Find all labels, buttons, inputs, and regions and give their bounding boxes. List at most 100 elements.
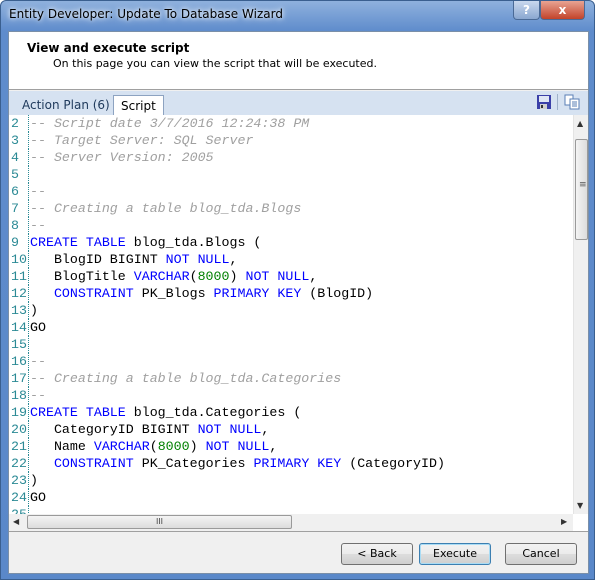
- line-number: 17: [9, 370, 29, 387]
- script-editor[interactable]: 2 -- Script date 3/7/2016 12:24:38 PM 3 -- …: [9, 115, 588, 532]
- sql-keyword: CONSTRAINT: [53, 286, 134, 301]
- scroll-up-arrow[interactable]: ▲: [577, 119, 583, 128]
- sql-text: blog_tda.Categories (: [125, 405, 302, 420]
- code-line: 3 -- Target Server: SQL Server: [9, 132, 573, 149]
- sql-comment: -- Server Version: 2005: [30, 150, 214, 165]
- line-number: 14: [9, 319, 29, 336]
- line-number: 3: [9, 132, 29, 149]
- sql-text: GO: [30, 320, 46, 335]
- sql-number: 8000: [157, 439, 190, 454]
- sql-text: (BlogID): [301, 286, 374, 301]
- wizard-client: View and execute script On this page you…: [8, 31, 589, 574]
- sql-keyword: NOT NULL: [165, 252, 230, 267]
- sql-text: ): [189, 439, 206, 454]
- sql-text: ,: [269, 439, 278, 454]
- line-number: 2: [9, 115, 29, 132]
- code-line: 9 CREATE TABLE blog_tda.Blogs (: [9, 234, 573, 251]
- code-line: 21 Name VARCHAR(8000) NOT NULL,: [9, 438, 573, 455]
- save-icon[interactable]: [536, 94, 552, 110]
- sql-keyword: PRIMARY KEY: [253, 456, 342, 471]
- sql-comment: --: [30, 218, 46, 233]
- page-subtitle: On this page you can view the script tha…: [53, 57, 377, 70]
- code-line: 25: [9, 506, 573, 514]
- scroll-right-arrow[interactable]: ▶: [561, 517, 567, 526]
- line-number: 9: [9, 234, 29, 251]
- line-number: 25: [9, 506, 29, 514]
- code-line: 17 -- Creating a table blog_tda.Categorie…: [9, 370, 573, 387]
- horizontal-scrollbar[interactable]: ◀ III ▶: [9, 514, 573, 531]
- wizard-header: View and execute script On this page you…: [9, 32, 588, 90]
- sql-keyword: NOT NULL: [245, 269, 310, 284]
- code-line: 6 --: [9, 183, 573, 200]
- sql-text: ): [30, 473, 38, 488]
- vertical-grip: ≡: [579, 180, 587, 190]
- cancel-button[interactable]: Cancel: [505, 543, 577, 565]
- line-number: 5: [9, 166, 29, 183]
- sql-text: GO: [30, 490, 46, 505]
- execute-button[interactable]: Execute: [419, 543, 491, 565]
- code-line: 16 --: [9, 353, 573, 370]
- code-line: 7 -- Creating a table blog_tda.Blogs: [9, 200, 573, 217]
- horizontal-scroll-thumb[interactable]: III: [27, 515, 292, 529]
- line-number: 7: [9, 200, 29, 217]
- sql-text: PK_Categories: [133, 456, 254, 471]
- toolbar-separator: [557, 94, 558, 110]
- code-line: 24 GO: [9, 489, 573, 506]
- help-button[interactable]: ?: [513, 1, 540, 20]
- vertical-scroll-thumb[interactable]: ≡: [575, 139, 588, 240]
- copy-icon[interactable]: [564, 94, 580, 110]
- script-code[interactable]: 2 -- Script date 3/7/2016 12:24:38 PM 3 -- …: [9, 115, 573, 514]
- line-number: 23: [9, 472, 29, 489]
- code-line: 4 -- Server Version: 2005: [9, 149, 573, 166]
- sql-text: (: [149, 439, 158, 454]
- wizard-window: Entity Developer: Update To Database Wiz…: [0, 0, 595, 580]
- line-number: 21: [9, 438, 29, 455]
- scroll-down-arrow[interactable]: ▼: [577, 501, 583, 510]
- sql-keyword: NOT NULL: [205, 439, 270, 454]
- sql-number: 8000: [197, 269, 230, 284]
- sql-text: ,: [229, 252, 238, 267]
- line-number: 11: [9, 268, 29, 285]
- code-line: 5: [9, 166, 573, 183]
- line-number: 24: [9, 489, 29, 506]
- line-number: 19: [9, 404, 29, 421]
- tab-script[interactable]: Script: [113, 95, 164, 116]
- line-number: 8: [9, 217, 29, 234]
- tab-action-plan[interactable]: Action Plan (6): [15, 95, 117, 115]
- code-line: 20 CategoryID BIGINT NOT NULL,: [9, 421, 573, 438]
- close-button[interactable]: x: [540, 1, 585, 20]
- line-number: 10: [9, 251, 29, 268]
- code-line: 13): [9, 302, 573, 319]
- sql-text: PK_Blogs: [133, 286, 214, 301]
- line-number: 20: [9, 421, 29, 438]
- sql-comment: -- Target Server: SQL Server: [30, 133, 254, 148]
- scroll-left-arrow[interactable]: ◀: [13, 517, 19, 526]
- sql-comment: --: [30, 354, 46, 369]
- sql-comment: -- Creating a table blog_tda.Categories: [30, 371, 342, 386]
- line-number: 6: [9, 183, 29, 200]
- code-line: 22 CONSTRAINT PK_Categories PRIMARY KEY …: [9, 455, 573, 472]
- sql-comment: --: [30, 184, 46, 199]
- sql-text: ): [229, 269, 246, 284]
- sql-keyword: CONSTRAINT: [53, 456, 134, 471]
- page-title: View and execute script: [27, 41, 190, 55]
- sql-text: blog_tda.Blogs (: [125, 235, 262, 250]
- vertical-scrollbar[interactable]: ▲ ≡ ▼: [573, 115, 588, 514]
- code-line: 12 CONSTRAINT PK_Blogs PRIMARY KEY (Blog…: [9, 285, 573, 302]
- code-line: 14 GO: [9, 319, 573, 336]
- code-line: 10 BlogID BIGINT NOT NULL,: [9, 251, 573, 268]
- sql-text: ,: [261, 422, 270, 437]
- line-number: 22: [9, 455, 29, 472]
- sql-comment: -- Script date 3/7/2016 12:24:38 PM: [30, 116, 310, 131]
- sql-keyword: NOT NULL: [197, 422, 262, 437]
- sql-text: Name: [30, 439, 94, 454]
- line-number: 4: [9, 149, 29, 166]
- code-line: 11 BlogTitle VARCHAR(8000) NOT NULL,: [9, 268, 573, 285]
- sql-keyword: PRIMARY KEY: [213, 286, 302, 301]
- back-button[interactable]: < Back: [341, 543, 413, 565]
- code-line: 19 CREATE TABLE blog_tda.Categories (: [9, 404, 573, 421]
- sql-keyword: CREATE TABLE: [30, 405, 126, 420]
- sql-keyword: CREATE TABLE: [30, 235, 126, 250]
